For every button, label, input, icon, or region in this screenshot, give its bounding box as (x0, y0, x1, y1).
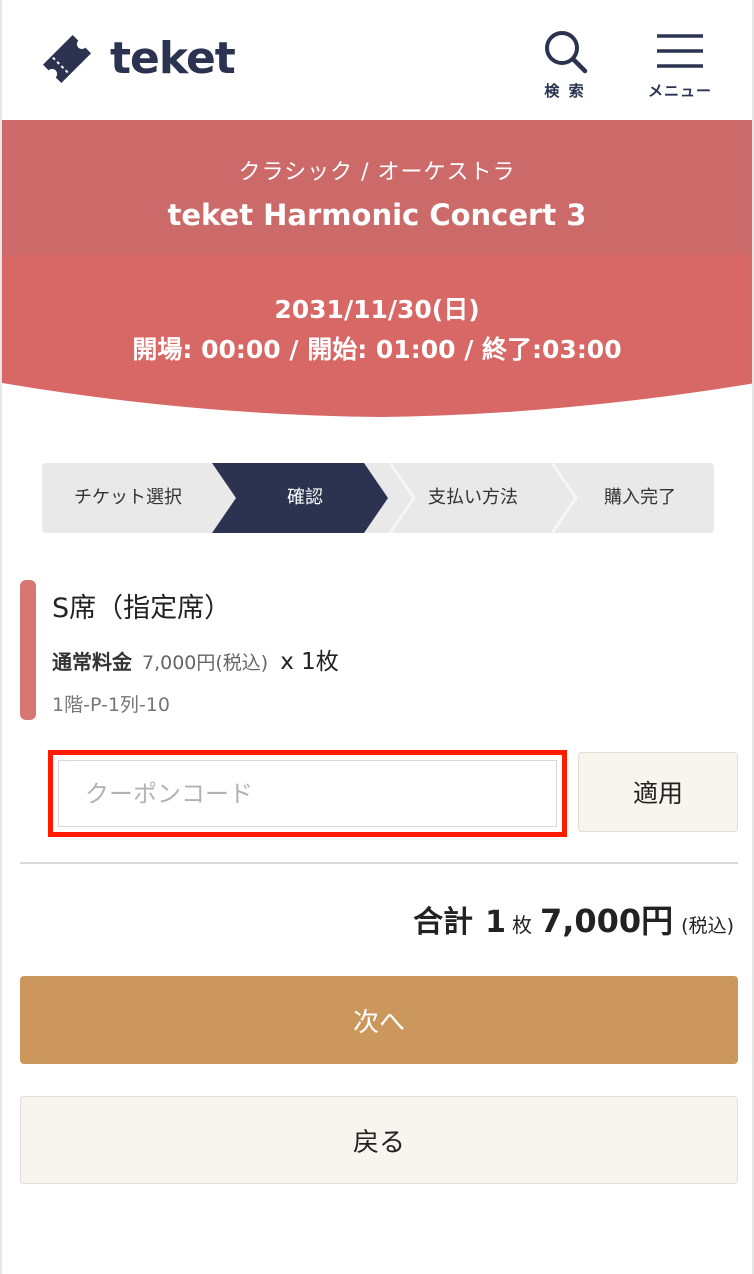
ticket-quantity: x 1枚 (280, 649, 339, 675)
menu-button[interactable]: メニュー (642, 28, 718, 101)
event-category: クラシック / オーケストラ (238, 160, 516, 185)
hero-title-band (2, 120, 752, 255)
step-payment-method: 支払い方法 (428, 487, 518, 508)
event-title: teket Harmonic Concert 3 (167, 198, 587, 232)
event-hero: クラシック / オーケストラ teket Harmonic Concert 3 … (2, 120, 752, 420)
event-times: 開場: 00:00 / 開始: 01:00 / 終了:03:00 (132, 335, 622, 364)
purchase-steps: チケット選択 確認 支払い方法 購入完了 (42, 463, 714, 533)
event-date: 2031/11/30(日) (274, 295, 480, 324)
next-button[interactable]: 次へ (20, 976, 738, 1064)
ticket-price: 7,000円(税込) (142, 652, 269, 674)
search-label: 検 索 (544, 82, 586, 100)
total-price: 7,000円 (539, 902, 674, 940)
step-ticket-select: チケット選択 (74, 487, 182, 508)
ticket-price-row: 通常料金 7,000円(税込) x 1枚 (52, 642, 339, 676)
back-button[interactable]: 戻る (20, 1096, 738, 1184)
total-tax-note: (税込) (681, 915, 734, 937)
purchase-confirm-page: teket 検 索 メニュー クラシック / オーケストラ teket Harm… (0, 0, 754, 1274)
total-quantity: 1 (485, 905, 506, 940)
search-button[interactable]: 検 索 (540, 28, 590, 101)
step-confirm: 確認 (287, 487, 323, 508)
ticket-logo-icon (42, 34, 92, 84)
search-icon (545, 31, 588, 74)
price-type: 通常料金 (52, 650, 132, 674)
ticket-seat: 1階-P-1列-10 (52, 694, 170, 716)
order-total: 合計 1 枚 7,000円 (税込) (413, 896, 734, 942)
hamburger-menu-icon (657, 34, 703, 68)
apply-coupon-button[interactable]: 適用 (578, 752, 738, 832)
total-unit: 枚 (511, 913, 532, 937)
ticket-name: S席（指定席） (52, 593, 232, 624)
teket-logo[interactable]: teket (34, 26, 236, 92)
ticket-accent-bar (20, 580, 36, 720)
logo-text: teket (110, 33, 236, 84)
step-complete: 購入完了 (604, 487, 676, 508)
total-label: 合計 (413, 905, 474, 940)
menu-label: メニュー (647, 82, 712, 100)
site-header: teket 検 索 メニュー (2, 0, 752, 120)
ticket-item: S席（指定席） 通常料金 7,000円(税込) x 1枚 1階-P-1列-10 (20, 580, 720, 720)
divider (20, 862, 738, 864)
coupon-code-input[interactable] (58, 760, 557, 827)
